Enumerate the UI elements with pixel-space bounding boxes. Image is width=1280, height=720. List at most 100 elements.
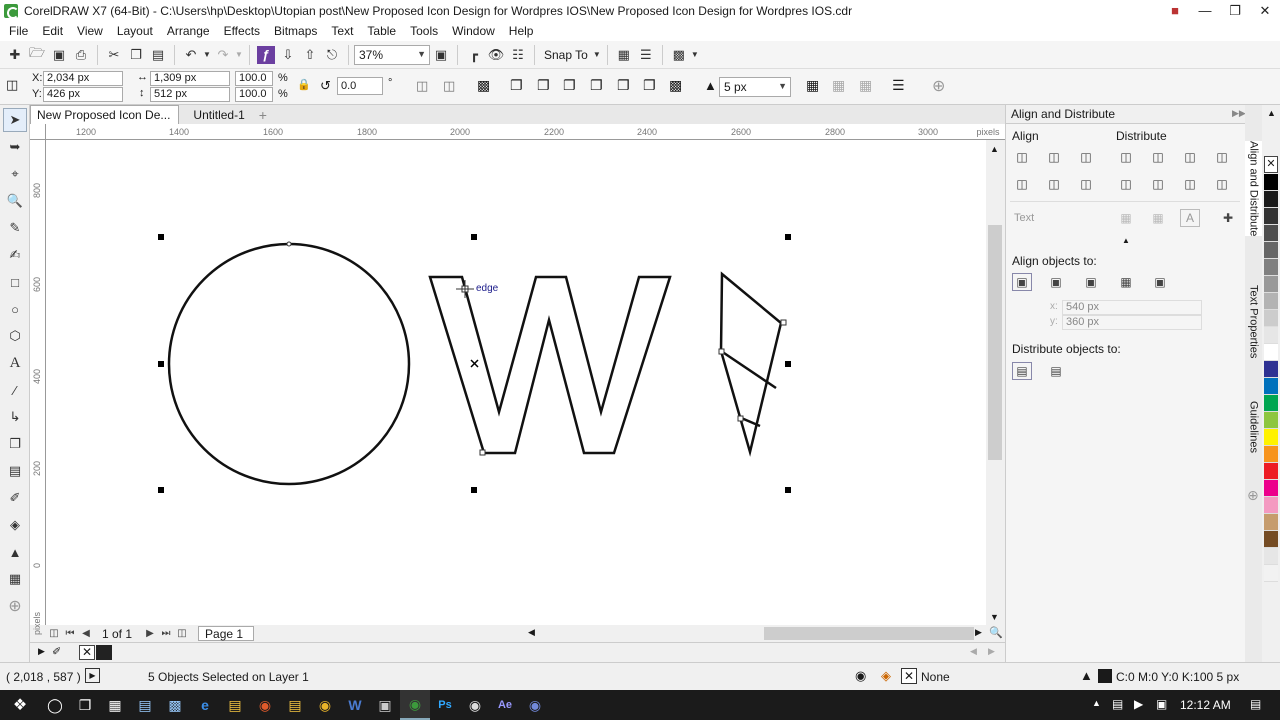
app-icon[interactable]: ▣: [370, 690, 400, 720]
color-proof-icon[interactable]: ◉: [855, 668, 866, 684]
show-rulers-icon[interactable]: ┏: [463, 44, 485, 66]
object-origin-icon[interactable]: ◫: [6, 77, 18, 93]
distribute-to-page-icon[interactable]: ▤: [1046, 362, 1066, 380]
folder-icon[interactable]: ▤: [280, 690, 310, 720]
previous-page-icon[interactable]: ◀: [78, 628, 94, 639]
palette-swatch[interactable]: [1264, 327, 1278, 344]
scroll-down-icon[interactable]: ▼: [990, 612, 999, 622]
distribute-spacing-icon[interactable]: ◫: [1180, 148, 1200, 166]
lock-ratio-icon[interactable]: 🔒: [297, 78, 311, 91]
add-page-after-icon[interactable]: ◫: [174, 628, 190, 639]
redo-icon[interactable]: ↷: [212, 44, 234, 66]
simplify-icon[interactable]: ❐: [590, 77, 603, 94]
next-page-icon[interactable]: ▶: [142, 628, 158, 639]
menu-effects[interactable]: Effects: [217, 24, 267, 38]
circle-shape[interactable]: [167, 242, 411, 486]
artistic-media-icon[interactable]: ✍: [3, 243, 27, 267]
black-color-swatch[interactable]: [96, 645, 112, 660]
w-letter-shape[interactable]: [428, 275, 672, 455]
menu-file[interactable]: File: [2, 24, 35, 38]
palette-swatch[interactable]: [1264, 548, 1278, 565]
align-to-point-icon[interactable]: ▣: [1150, 273, 1170, 291]
add-tool-icon[interactable]: ⊕: [3, 594, 27, 618]
horizontal-scrollbar[interactable]: ◀ ▶ 🔍: [524, 625, 1005, 642]
text-bbox-icon[interactable]: A: [1180, 209, 1200, 227]
coreldraw-taskbar-icon[interactable]: ◉: [400, 690, 430, 720]
palette-swatch[interactable]: [1264, 259, 1278, 276]
selection-handle-middle-right[interactable]: [785, 361, 791, 367]
no-fill-swatch[interactable]: ✕: [1264, 156, 1278, 173]
weld-icon[interactable]: ❐: [510, 77, 523, 94]
photoshop-icon[interactable]: Ps: [430, 690, 460, 720]
ellipse-tool-icon[interactable]: ○: [3, 297, 27, 321]
file-explorer-icon[interactable]: ▤: [220, 690, 250, 720]
eyedropper-tool-icon[interactable]: ✐: [3, 486, 27, 510]
publish-pdf-icon[interactable]: ⎋: [321, 44, 343, 66]
distribute-top-icon[interactable]: ◫: [1116, 175, 1136, 193]
distribute-to-selection-icon[interactable]: ▤: [1012, 362, 1032, 380]
full-screen-preview-icon[interactable]: ▣: [430, 44, 452, 66]
menu-layout[interactable]: Layout: [110, 24, 160, 38]
text-tool-icon[interactable]: A: [3, 351, 27, 375]
import-icon[interactable]: ⇩: [277, 44, 299, 66]
pick-tool-icon[interactable]: ➤: [3, 108, 27, 132]
zoom-navigator-icon[interactable]: 🔍: [989, 626, 1003, 639]
palette-scroll-right-icon[interactable]: ▶: [988, 646, 995, 657]
parallel-dimension-icon[interactable]: ∕: [3, 378, 27, 402]
distribute-left-icon[interactable]: ◫: [1116, 148, 1136, 166]
selection-handle-bottom-left[interactable]: [158, 487, 164, 493]
snap-to-dropdown-icon[interactable]: ▼: [592, 44, 602, 66]
scale-y-field[interactable]: 100.0: [235, 87, 273, 102]
distribute-vspacing-icon[interactable]: ◫: [1180, 175, 1200, 193]
freehand-tool-icon[interactable]: ✎: [3, 216, 27, 240]
outline-color-swatch[interactable]: [1098, 669, 1112, 683]
paste-icon[interactable]: ▤: [147, 44, 169, 66]
sidetab-guidelines[interactable]: Guidelines: [1245, 401, 1262, 453]
align-top-icon[interactable]: ◫: [1012, 175, 1032, 193]
selection-handle-bottom-center[interactable]: [471, 487, 477, 493]
show-guidelines-icon[interactable]: ☷: [507, 44, 529, 66]
notifications-icon[interactable]: ▤: [1250, 697, 1261, 711]
mesh-fill-icon[interactable]: ▦: [3, 567, 27, 591]
palette-swatch[interactable]: [1264, 531, 1278, 548]
docker-collapse-icon[interactable]: ▶▶: [1232, 108, 1246, 119]
palette-swatch[interactable]: [1264, 429, 1278, 446]
rotation-angle-field[interactable]: 0.0: [337, 77, 383, 95]
sidetab-text-properties[interactable]: Text Properties: [1245, 285, 1262, 358]
intersect-icon[interactable]: ❐: [563, 77, 576, 94]
snap-node[interactable]: [737, 415, 744, 422]
last-page-icon[interactable]: ⏭: [158, 628, 174, 639]
undo-dropdown-icon[interactable]: ▼: [202, 44, 212, 66]
point-x-field[interactable]: 540 px: [1062, 300, 1202, 315]
rectangle-tool-icon[interactable]: □: [3, 270, 27, 294]
options-icon[interactable]: ☰: [635, 44, 657, 66]
zoom-level-select[interactable]: 37% ▼: [354, 44, 430, 65]
scroll-left-icon[interactable]: ◀: [528, 627, 535, 638]
menu-table[interactable]: Table: [360, 24, 403, 38]
no-color-swatch[interactable]: ✕: [79, 645, 95, 660]
selection-handle-top-center[interactable]: [471, 234, 477, 240]
outline-width-select[interactable]: 5 px ▼: [719, 77, 791, 97]
search-content-icon[interactable]: ƒ: [257, 45, 275, 64]
snap-node[interactable]: [479, 449, 486, 456]
open-folder-icon[interactable]: 🗁: [26, 44, 48, 66]
windows-start-icon[interactable]: ❖: [0, 690, 40, 720]
trim-icon[interactable]: ❐: [537, 77, 550, 94]
interactive-fill-icon[interactable]: ◈: [3, 513, 27, 537]
y-position-field[interactable]: 426 px: [43, 87, 123, 102]
polygon-tool-icon[interactable]: ⬡: [3, 324, 27, 348]
show-grid-icon[interactable]: 👁: [485, 44, 507, 66]
copy-icon[interactable]: ❐: [125, 44, 147, 66]
tab-untitled-1[interactable]: Untitled-1: [179, 105, 252, 124]
back-of-page-icon[interactable]: ▦: [859, 77, 872, 94]
network-icon[interactable]: ▤: [1112, 697, 1123, 711]
mirror-vertical-icon[interactable]: ◫: [443, 78, 455, 94]
search-icon[interactable]: ◯: [40, 690, 70, 720]
vertical-scrollbar[interactable]: ▲ ▼: [986, 140, 1004, 625]
system-tray-up-icon[interactable]: ▲: [1092, 698, 1101, 708]
vertical-ruler[interactable]: 800 600 400 200 0 pixels: [30, 140, 46, 635]
palette-swatch[interactable]: [1264, 174, 1278, 191]
drawing-canvas[interactable]: edge: [46, 140, 986, 625]
store-icon[interactable]: ▩: [160, 690, 190, 720]
horizontal-scroll-thumb[interactable]: [764, 627, 974, 640]
